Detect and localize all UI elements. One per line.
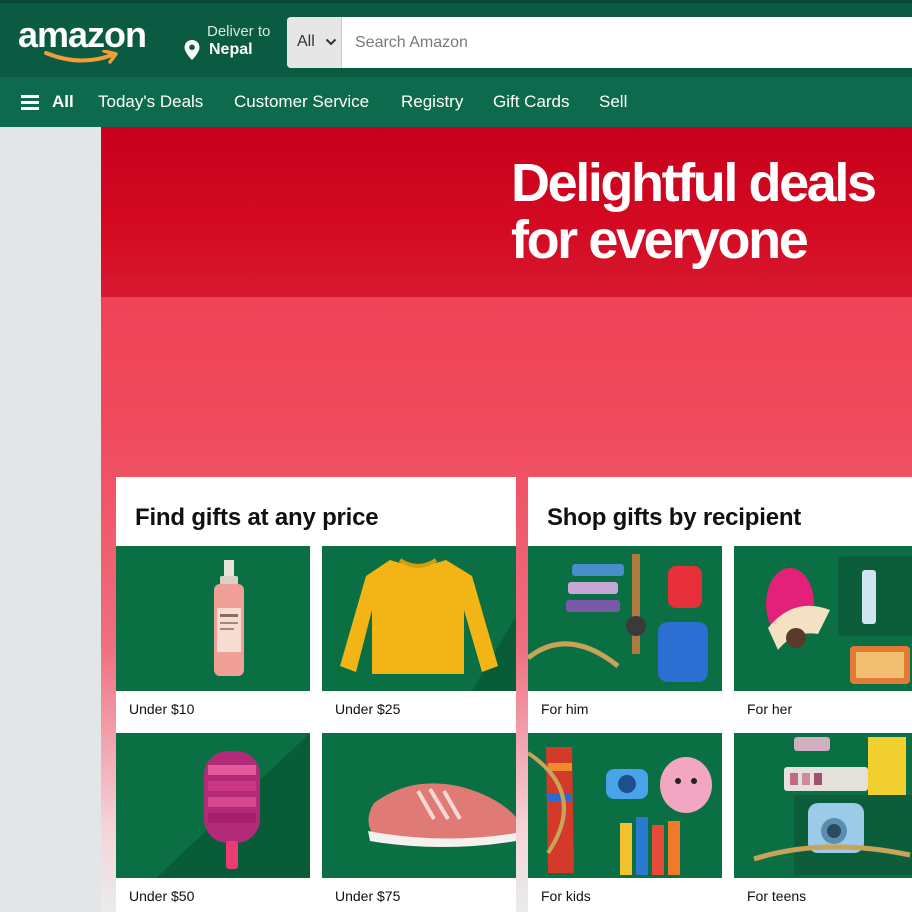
- hero-headline-line1: Delightful deals: [511, 153, 877, 213]
- tile-label: For kids: [541, 888, 591, 904]
- top-bar: amazon Deliver to Nepal All: [0, 0, 912, 77]
- for-him-gifts-image: [528, 554, 708, 682]
- nav-todays-deals[interactable]: Today's Deals: [98, 92, 203, 112]
- tile-label: For her: [747, 701, 793, 717]
- nav-sell[interactable]: Sell: [599, 92, 627, 112]
- nav-bar: All Today's Deals Customer Service Regis…: [0, 77, 912, 127]
- spray-bottle-image: [214, 560, 244, 676]
- hamburger-menu-icon: [21, 95, 39, 110]
- gift-price-card: Find gifts at any price Under $10 Under …: [116, 477, 516, 912]
- tile-label: For him: [541, 701, 589, 717]
- deliver-to-label: Deliver to: [207, 23, 271, 40]
- for-teens-gifts-image: [753, 737, 912, 875]
- tile-label: Under $25: [335, 701, 401, 717]
- chevron-down-icon: [325, 38, 337, 46]
- amazon-logo[interactable]: amazon: [18, 17, 163, 67]
- pickleball-paddle-image: [156, 733, 310, 878]
- nav-registry[interactable]: Registry: [401, 92, 463, 112]
- tile-label: Under $10: [129, 701, 195, 717]
- tile-for-her[interactable]: [734, 546, 912, 691]
- card-title: Find gifts at any price: [135, 504, 379, 531]
- hero-headline-line2: for everyone: [511, 210, 809, 270]
- nav-gift-cards[interactable]: Gift Cards: [493, 92, 570, 112]
- tile-under-50[interactable]: [116, 733, 310, 878]
- deliver-to-location: Nepal: [209, 41, 253, 58]
- hero-headline: Delightful deals for everyone: [511, 155, 912, 269]
- tile-for-teens[interactable]: [734, 733, 912, 878]
- logo-text: amazon: [18, 14, 147, 55]
- deliver-to[interactable]: Deliver to Nepal: [184, 21, 284, 65]
- tile-label: Under $75: [335, 888, 401, 904]
- location-pin-icon: [184, 40, 200, 60]
- smile-arrow-icon: [44, 50, 118, 64]
- nav-all-label: All: [52, 92, 74, 111]
- search-category-label: All: [297, 33, 315, 50]
- nav-customer-service[interactable]: Customer Service: [234, 92, 369, 112]
- search-bar: All: [287, 17, 912, 68]
- tile-under-75[interactable]: [322, 733, 516, 878]
- card-title: Shop gifts by recipient: [547, 504, 802, 531]
- search-category-dropdown[interactable]: All: [287, 17, 342, 68]
- tile-for-him[interactable]: [528, 546, 722, 691]
- for-kids-gifts-image: [528, 747, 712, 875]
- sweater-image: [340, 558, 516, 691]
- tile-under-10[interactable]: [116, 546, 310, 691]
- tile-label: For teens: [747, 888, 807, 904]
- tile-label: Under $50: [129, 888, 195, 904]
- tile-for-kids[interactable]: [528, 733, 722, 878]
- for-her-gifts-image: [766, 556, 912, 684]
- gift-recipient-card: Shop gifts by recipient For him For her: [528, 477, 912, 912]
- tile-under-25[interactable]: [322, 546, 516, 691]
- search-input[interactable]: [343, 17, 912, 68]
- sneaker-image: [368, 783, 516, 847]
